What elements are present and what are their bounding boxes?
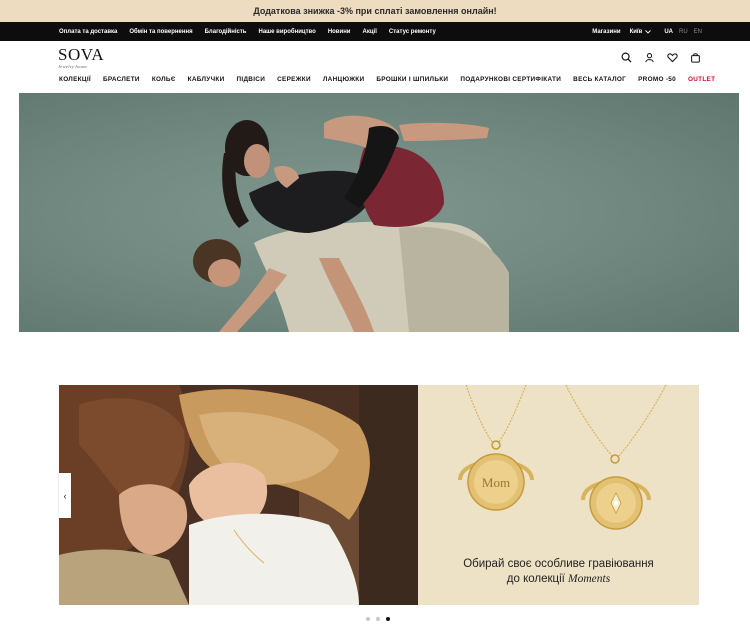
caption-collection-name: Moments — [568, 573, 611, 585]
lang-ua[interactable]: UA — [664, 29, 673, 35]
service-link-production[interactable]: Наше виробництво — [259, 29, 316, 35]
nav-item-all-catalog[interactable]: ВЕСЬ КАТАЛОГ — [573, 76, 626, 83]
slider-dot-1[interactable] — [366, 617, 370, 621]
slide-photo[interactable] — [59, 385, 418, 605]
caption-line2: до колекції Moments — [418, 572, 699, 587]
hero-banner[interactable] — [19, 93, 739, 332]
promo-caption: Обирай своє особливе гравіювання до коле… — [418, 557, 699, 587]
service-bar: Оплата та доставка Обмін та повернення Б… — [0, 22, 750, 41]
nav-item-gift-certificates[interactable]: ПОДАРУНКОВІ СЕРТИФІКАТИ — [460, 76, 561, 83]
service-link-returns[interactable]: Обмін та повернення — [129, 29, 192, 35]
slide-promo-moments[interactable]: Mom Обирай своє особливе гравіювання до … — [418, 385, 699, 605]
slider-dot-3[interactable] — [386, 617, 390, 621]
nav-item-bracelets[interactable]: БРАСЛЕТИ — [103, 76, 140, 83]
language-switcher: UA RU EN — [664, 29, 702, 35]
couple-photo — [59, 385, 418, 605]
service-links: Оплата та доставка Обмін та повернення Б… — [59, 22, 436, 41]
promo-slider: Mom Обирай своє особливе гравіювання до … — [59, 385, 699, 605]
service-link-news[interactable]: Новини — [328, 29, 351, 35]
caption-line2-prefix: до колекції — [506, 573, 569, 585]
pendant-engraving: Mom — [482, 475, 510, 490]
main-nav: КОЛЕКЦІЇ БРАСЛЕТИ КОЛЬЄ КАБЛУЧКИ ПІДВІСИ… — [59, 76, 715, 83]
logo-subtitle: Jewelry house — [58, 64, 88, 69]
nav-item-collections[interactable]: КОЛЕКЦІЇ — [59, 76, 91, 83]
nav-item-rings[interactable]: КАБЛУЧКИ — [188, 76, 225, 83]
nav-item-earrings[interactable]: СЕРЕЖКИ — [277, 76, 311, 83]
pendants-image: Mom — [458, 385, 667, 530]
service-right: Магазини Київ UA RU EN — [592, 22, 702, 41]
lang-ru[interactable]: RU — [679, 29, 688, 35]
service-link-charity[interactable]: Благодійність — [205, 29, 247, 35]
nav-item-brooches[interactable]: БРОШКИ І ШПИЛЬКИ — [376, 76, 448, 83]
account-icon[interactable] — [644, 52, 655, 63]
logo[interactable]: SOVA Jewelry house — [58, 45, 105, 69]
header-icons — [621, 52, 701, 63]
cart-icon[interactable] — [690, 52, 701, 63]
lang-en[interactable]: EN — [694, 29, 702, 35]
service-link-repair-status[interactable]: Статус ремонту — [389, 29, 436, 35]
caption-line1: Обирай своє особливе гравіювання — [463, 558, 654, 570]
nav-item-chains[interactable]: ЛАНЦЮЖКИ — [323, 76, 364, 83]
service-link-promotions[interactable]: Акції — [363, 29, 377, 35]
nav-item-pendants[interactable]: ПІДВІСИ — [236, 76, 265, 83]
promo-bar: Додаткова знижка -3% при сплаті замовлен… — [0, 0, 750, 22]
logo-text: SOVA — [58, 45, 105, 64]
chevron-left-icon: ‹ — [63, 490, 67, 501]
header: SOVA Jewelry house КОЛЕКЦІЇ БРАСЛЕТИ КОЛ… — [0, 41, 750, 91]
slider-prev-button[interactable]: ‹ — [59, 473, 71, 518]
city-selector[interactable]: Київ — [630, 29, 652, 35]
service-link-delivery[interactable]: Оплата та доставка — [59, 29, 117, 35]
search-icon[interactable] — [621, 52, 632, 63]
nav-item-promo[interactable]: PROMO -50 — [638, 76, 676, 83]
nav-item-outlet[interactable]: OUTLET — [688, 76, 715, 83]
hero-image — [193, 115, 509, 332]
wishlist-icon[interactable] — [667, 52, 678, 63]
chevron-down-icon — [645, 29, 652, 34]
nav-item-necklaces[interactable]: КОЛЬЄ — [152, 76, 176, 83]
slider-dot-2[interactable] — [376, 617, 380, 621]
city-label: Київ — [629, 28, 643, 35]
slider-dots — [366, 617, 390, 621]
promo-text: Додаткова знижка -3% при сплаті замовлен… — [253, 6, 497, 16]
stores-link[interactable]: Магазини — [592, 29, 620, 35]
